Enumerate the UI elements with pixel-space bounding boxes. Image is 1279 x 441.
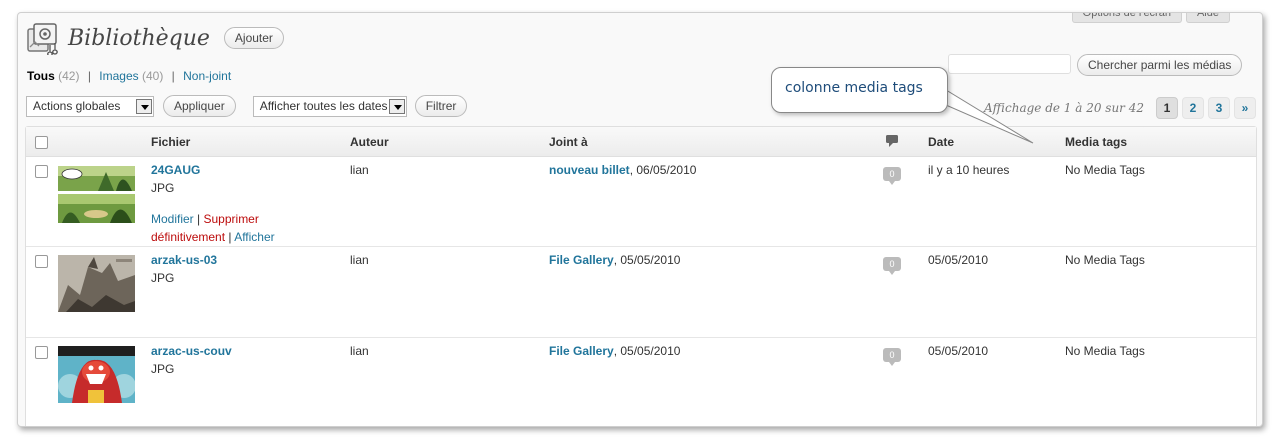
callout-pointer xyxy=(922,78,1034,144)
media-library-window: Options de l'écran Aide Bibliothèque Ajo… xyxy=(17,12,1263,427)
annotation-callout: colonne media tags xyxy=(771,67,948,113)
callout-text: colonne media tags xyxy=(785,80,923,96)
